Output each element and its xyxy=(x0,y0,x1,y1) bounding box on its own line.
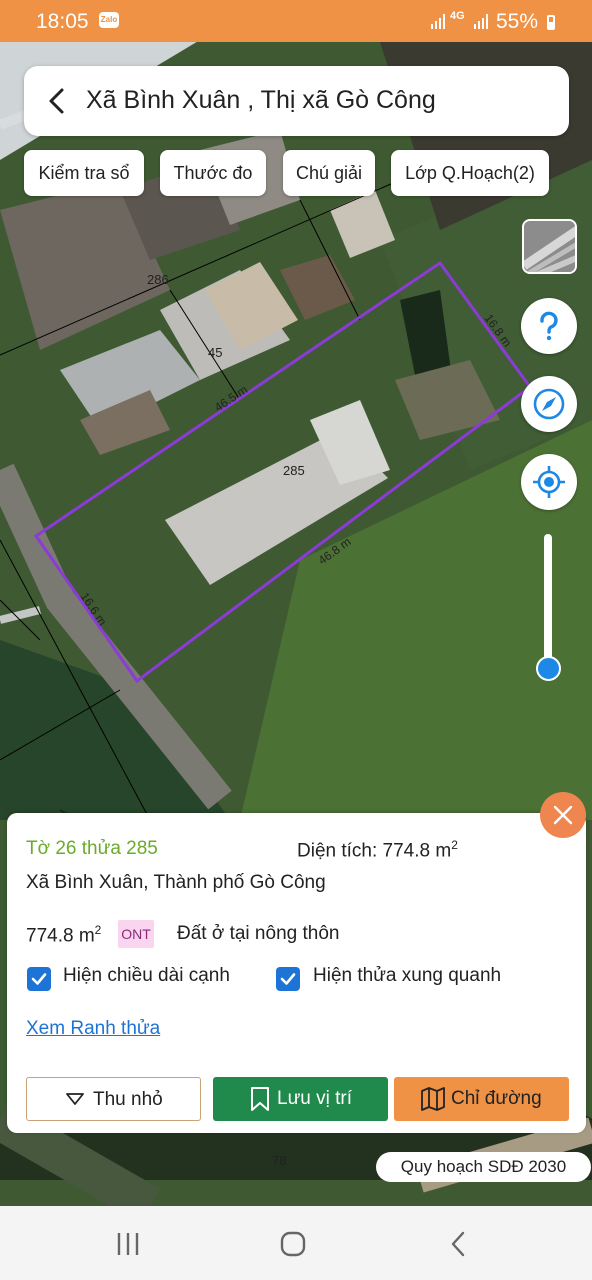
layers-icon xyxy=(524,221,575,272)
parcel-label-285: 285 xyxy=(283,463,305,478)
bookmark-icon xyxy=(251,1087,269,1111)
check-icon xyxy=(280,973,296,985)
show-edge-length-checkbox[interactable] xyxy=(27,967,51,991)
map-icon xyxy=(421,1087,445,1111)
close-panel-button[interactable] xyxy=(540,792,586,838)
back-icon[interactable] xyxy=(447,1231,473,1257)
parcel-label-286: 286 xyxy=(147,272,169,287)
save-location-label: Lưu vị trí xyxy=(277,1088,353,1109)
legend-button[interactable]: Chú giải xyxy=(283,150,375,196)
parcel-area: Diện tích: 774.8 m2 xyxy=(297,838,458,862)
parcel-label-45: 45 xyxy=(208,345,222,360)
ruler-button[interactable]: Thước đo xyxy=(160,150,266,196)
compass-button[interactable] xyxy=(521,376,577,432)
zalo-icon: Zalo xyxy=(99,12,119,28)
cell-signal-icon xyxy=(474,14,488,29)
check-book-button[interactable]: Kiểm tra sổ xyxy=(24,150,144,196)
map-layer-button[interactable] xyxy=(522,219,577,274)
land-type: Đất ở tại nông thôn xyxy=(177,923,340,944)
parcel-label-78: 78 xyxy=(272,1153,286,1168)
land-use-area: 774.8 m2 xyxy=(26,923,101,947)
compass-icon xyxy=(533,388,565,420)
directions-label: Chỉ đường xyxy=(451,1088,542,1109)
locate-icon xyxy=(533,466,565,498)
planning-layer-label: Quy hoạch SDĐ 2030 xyxy=(376,1152,591,1182)
parcel-address: Xã Bình Xuân, Thành phố Gò Công xyxy=(26,872,326,893)
location-title: Xã Bình Xuân , Thị xã Gò Công xyxy=(86,86,436,114)
wifi-signal-icon xyxy=(431,14,445,29)
parcel-reference: Tờ 26 thửa 285 xyxy=(26,838,158,859)
network-type: 4G xyxy=(450,10,465,22)
back-arrow-icon[interactable] xyxy=(42,86,72,116)
system-nav-bar xyxy=(0,1206,592,1280)
status-time: 18:05 xyxy=(36,10,89,33)
land-use-area-value: 774.8 m xyxy=(26,925,95,947)
land-code-badge: ONT xyxy=(118,920,154,948)
battery-icon xyxy=(547,15,555,30)
my-location-button[interactable] xyxy=(521,454,577,510)
search-header: Xã Bình Xuân , Thị xã Gò Công xyxy=(24,66,569,136)
parcel-area-unit-sup: 2 xyxy=(451,838,458,852)
collapse-button-label: Thu nhỏ xyxy=(93,1089,163,1110)
directions-button[interactable]: Chỉ đường xyxy=(394,1077,569,1121)
show-neighbors-label[interactable]: Hiện thửa xung quanh xyxy=(313,965,501,987)
status-bar: 18:05 Zalo 4G 55% xyxy=(0,0,592,42)
collapse-button[interactable]: Thu nhỏ xyxy=(26,1077,201,1121)
close-icon xyxy=(553,805,573,825)
recent-apps-icon[interactable] xyxy=(115,1231,141,1257)
land-use-area-sup: 2 xyxy=(94,923,102,937)
help-button[interactable] xyxy=(521,298,577,354)
show-edge-length-label[interactable]: Hiện chiều dài cạnh xyxy=(63,965,230,987)
planning-layer-button[interactable]: Lớp Q.Hoạch(2) xyxy=(391,150,549,196)
question-icon xyxy=(540,311,558,341)
show-neighbors-checkbox[interactable] xyxy=(276,967,300,991)
home-icon[interactable] xyxy=(280,1231,306,1257)
parcel-area-label: Diện tích: 774.8 m xyxy=(297,840,452,862)
chevron-down-icon xyxy=(66,1093,84,1105)
check-icon xyxy=(31,973,47,985)
view-boundary-link[interactable]: Xem Ranh thửa xyxy=(26,1018,160,1040)
save-location-button[interactable]: Lưu vị trí xyxy=(213,1077,388,1121)
zoom-slider[interactable] xyxy=(544,534,552,676)
battery-percent: 55% xyxy=(496,10,539,33)
